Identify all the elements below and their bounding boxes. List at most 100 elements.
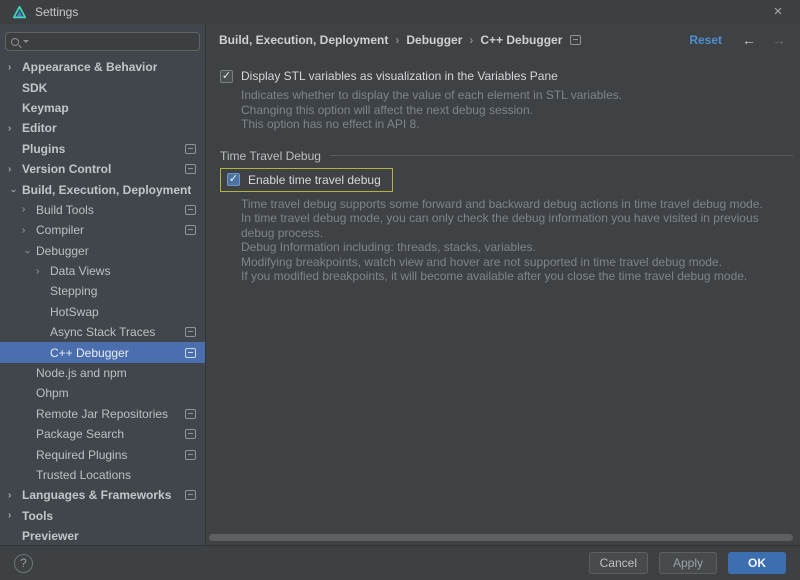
settings-dialog: Settings × ›Appearance & BehaviorSDKKeym… (0, 0, 800, 580)
chevron-down-icon[interactable]: › (22, 245, 33, 259)
app-logo-icon (13, 6, 26, 19)
chevron-right-icon[interactable]: › (8, 164, 22, 175)
sidebar-item-compiler[interactable]: ›Compiler (0, 220, 205, 240)
section-separator (330, 155, 793, 156)
sidebar-item-label: Node.js and npm (36, 366, 127, 380)
forward-arrow-icon: → (772, 32, 786, 48)
breadcrumb-part-c-debugger[interactable]: C++ Debugger (480, 33, 562, 47)
sidebar-item-ohpm[interactable]: Ohpm (0, 383, 205, 403)
sidebar-item-label: Keymap (22, 101, 69, 115)
description-line: This option has no effect in API 8. (241, 117, 800, 132)
sidebar-item-label: SDK (22, 81, 47, 95)
sidebar-item-label: Editor (22, 121, 57, 135)
horizontal-scrollbar[interactable] (209, 534, 793, 541)
sidebar-item-label: HotSwap (50, 305, 99, 319)
sidebar-item-label: Ohpm (36, 386, 69, 400)
breadcrumb-part-debugger[interactable]: Debugger (406, 33, 462, 47)
sidebar-item-label: Plugins (22, 142, 65, 156)
help-button[interactable]: ? (14, 554, 33, 573)
description-line: Time travel debug supports some forward … (241, 197, 800, 212)
page-icon (570, 35, 581, 45)
sidebar-item-sdk[interactable]: SDK (0, 77, 205, 97)
sidebar-item-build-tools[interactable]: ›Build Tools (0, 200, 205, 220)
sidebar-item-data-views[interactable]: ›Data Views (0, 261, 205, 281)
stl-option-row: ✓ Display STL variables as visualization… (220, 69, 800, 83)
cancel-button[interactable]: Cancel (589, 552, 648, 574)
page-icon (185, 490, 196, 500)
stl-checkbox[interactable]: ✓ (220, 70, 233, 83)
description-line: debug process. (241, 226, 800, 241)
ttd-option-highlight: ✓ Enable time travel debug (220, 168, 393, 192)
search-icon (11, 38, 19, 46)
sidebar-item-trusted-locations[interactable]: Trusted Locations (0, 465, 205, 485)
ttd-checkbox[interactable]: ✓ (227, 173, 240, 186)
sidebar-item-package-search[interactable]: Package Search (0, 424, 205, 444)
reset-link[interactable]: Reset (689, 33, 722, 47)
page-icon (185, 348, 196, 358)
sidebar-item-label: Appearance & Behavior (22, 60, 157, 74)
dialog-footer: ? Cancel Apply OK (0, 545, 800, 580)
chevron-right-icon[interactable]: › (8, 510, 22, 521)
chevron-right-icon[interactable]: › (8, 123, 22, 134)
chevron-right-icon[interactable]: › (8, 62, 22, 73)
sidebar-item-plugins[interactable]: Plugins (0, 139, 205, 159)
stl-option-label[interactable]: Display STL variables as visualization i… (241, 69, 558, 83)
chevron-right-icon[interactable]: › (36, 266, 50, 277)
sidebar-item-label: Debugger (36, 244, 89, 258)
sidebar-item-stepping[interactable]: Stepping (0, 281, 205, 301)
page-icon (185, 327, 196, 337)
page-icon (185, 450, 196, 460)
chevron-right-icon[interactable]: › (22, 225, 36, 236)
sidebar-item-keymap[interactable]: Keymap (0, 98, 205, 118)
sidebar-item-version-control[interactable]: ›Version Control (0, 159, 205, 179)
close-icon[interactable]: × (769, 3, 787, 21)
sidebar-item-previewer[interactable]: Previewer (0, 526, 205, 545)
sidebar-item-label: Compiler (36, 223, 84, 237)
breadcrumb-separator: › (462, 33, 480, 47)
debugger-options-panel: ✓ Display STL variables as visualization… (207, 69, 800, 284)
sidebar-item-node-js-and-npm[interactable]: Node.js and npm (0, 363, 205, 383)
sidebar-item-hotswap[interactable]: HotSwap (0, 302, 205, 322)
sidebar-item-label: Async Stack Traces (50, 325, 155, 339)
sidebar-item-async-stack-traces[interactable]: Async Stack Traces (0, 322, 205, 342)
description-line: In time travel debug mode, you can only … (241, 211, 800, 226)
breadcrumb-separator: › (388, 33, 406, 47)
back-arrow-icon[interactable]: ← (742, 32, 756, 48)
settings-content: Build, Execution, Deployment›Debugger›C+… (207, 24, 800, 545)
description-line: Changing this option will affect the nex… (241, 103, 800, 118)
sidebar-item-appearance-behavior[interactable]: ›Appearance & Behavior (0, 57, 205, 77)
chevron-right-icon[interactable]: › (8, 490, 22, 501)
sidebar-item-label: C++ Debugger (50, 346, 129, 360)
description-line: Indicates whether to display the value o… (241, 88, 800, 103)
sidebar-item-build-execution-deployment[interactable]: ›Build, Execution, Deployment (0, 179, 205, 199)
sidebar-item-required-plugins[interactable]: Required Plugins (0, 444, 205, 464)
sidebar-item-label: Version Control (22, 162, 111, 176)
chevron-right-icon[interactable]: › (22, 204, 36, 215)
settings-sidebar: ›Appearance & BehaviorSDKKeymap›EditorPl… (0, 24, 206, 545)
apply-button[interactable]: Apply (659, 552, 717, 574)
stl-option-description: Indicates whether to display the value o… (241, 88, 800, 132)
sidebar-item-debugger[interactable]: ›Debugger (0, 241, 205, 261)
description-line: Modifying breakpoints, watch view and ho… (241, 255, 800, 270)
description-line: Debug Information including: threads, st… (241, 240, 800, 255)
search-input[interactable] (5, 32, 200, 51)
page-icon (185, 144, 196, 154)
ok-button[interactable]: OK (728, 552, 786, 574)
sidebar-item-label: Package Search (36, 427, 124, 441)
sidebar-item-label: Build, Execution, Deployment (22, 183, 191, 197)
sidebar-item-remote-jar-repositories[interactable]: Remote Jar Repositories (0, 404, 205, 424)
sidebar-item-editor[interactable]: ›Editor (0, 118, 205, 138)
sidebar-item-c-debugger[interactable]: C++ Debugger (0, 342, 205, 362)
sidebar-item-label: Data Views (50, 264, 110, 278)
chevron-down-icon[interactable]: › (8, 184, 19, 198)
sidebar-item-languages-frameworks[interactable]: ›Languages & Frameworks (0, 485, 205, 505)
ttd-option-label[interactable]: Enable time travel debug (248, 173, 381, 187)
sidebar-item-tools[interactable]: ›Tools (0, 506, 205, 526)
sidebar-item-label: Trusted Locations (36, 468, 131, 482)
sidebar-item-label: Tools (22, 509, 53, 523)
sidebar-item-label: Previewer (22, 529, 79, 543)
settings-tree: ›Appearance & BehaviorSDKKeymap›EditorPl… (0, 57, 205, 545)
breadcrumb-part-build-execution-deployment[interactable]: Build, Execution, Deployment (219, 33, 388, 47)
sidebar-item-label: Required Plugins (36, 448, 127, 462)
breadcrumb: Build, Execution, Deployment›Debugger›C+… (219, 33, 562, 47)
